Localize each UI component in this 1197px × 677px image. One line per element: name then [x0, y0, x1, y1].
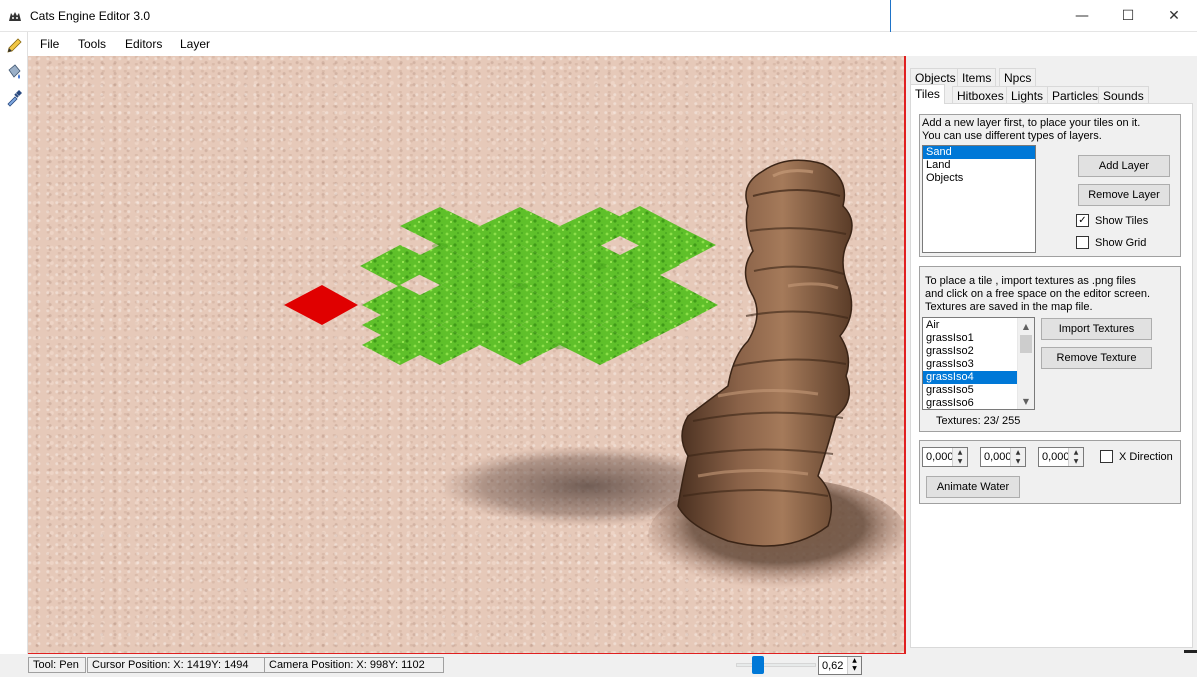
- show-tiles-row[interactable]: ✓ Show Tiles: [1076, 214, 1148, 227]
- water-value-3: 0,000: [1042, 451, 1070, 463]
- spin-down-icon[interactable]: ▼: [848, 665, 861, 673]
- show-grid-checkbox[interactable]: [1076, 236, 1089, 249]
- maximize-button[interactable]: ☐: [1105, 0, 1151, 32]
- menu-editors[interactable]: Editors: [125, 37, 162, 51]
- water-value-2: 0,000: [984, 451, 1012, 463]
- window-title: Cats Engine Editor 3.0: [30, 9, 151, 23]
- minimize-button[interactable]: —: [1059, 0, 1105, 32]
- status-bar: Tool: Pen Cursor Position: X: 1419Y: 149…: [0, 654, 1197, 677]
- texture-item[interactable]: grassIso3: [923, 358, 1019, 371]
- editor-canvas[interactable]: [28, 56, 904, 653]
- import-textures-button[interactable]: Import Textures: [1041, 318, 1152, 340]
- tab-items[interactable]: Items: [957, 68, 997, 86]
- spin-down-icon[interactable]: ▼: [1011, 457, 1025, 466]
- layers-description-2: You can use different types of layers.: [922, 130, 1102, 142]
- layers-list[interactable]: Sand Land Objects: [922, 145, 1036, 253]
- close-button[interactable]: ✕: [1151, 0, 1197, 32]
- tiles-tab-page: Add a new layer first, to place your til…: [910, 103, 1193, 648]
- texture-item[interactable]: grassIso6: [923, 397, 1019, 409]
- rock-pillar: [677, 159, 853, 547]
- water-group: 0,000 ▲ ▼ 0,000 ▲ ▼ 0,000 ▲ ▼ X Direction A…: [919, 440, 1181, 504]
- texture-item[interactable]: grassIso1: [923, 332, 1019, 345]
- menu-bar: File Tools Editors Layer: [28, 32, 1197, 56]
- water-value-2-stepper[interactable]: 0,000 ▲ ▼: [980, 447, 1026, 467]
- tab-particles[interactable]: Particles: [1047, 86, 1104, 104]
- x-direction-label: X Direction: [1119, 450, 1173, 463]
- x-direction-row[interactable]: X Direction: [1100, 450, 1173, 463]
- title-accent-line: [890, 0, 891, 32]
- menu-tools[interactable]: Tools: [78, 37, 106, 51]
- water-value-1: 0,000: [926, 451, 954, 463]
- tab-hitboxes[interactable]: Hitboxes: [952, 86, 1009, 104]
- show-tiles-label: Show Tiles: [1095, 214, 1149, 227]
- textures-count: Textures: 23/ 255: [936, 415, 1021, 427]
- textures-scrollbar[interactable]: ▲ ▼: [1017, 318, 1034, 409]
- scroll-down-arrow-icon[interactable]: ▼: [1018, 393, 1034, 409]
- textures-description-3: Textures are saved in the map file.: [925, 301, 1093, 313]
- eyedropper-icon[interactable]: [4, 88, 24, 108]
- remove-layer-button[interactable]: Remove Layer: [1078, 184, 1170, 206]
- x-direction-checkbox[interactable]: [1100, 450, 1113, 463]
- textures-list[interactable]: Air grassIso1 grassIso2 grassIso3 grassI…: [922, 317, 1035, 410]
- spin-up-icon[interactable]: ▲: [1069, 448, 1083, 457]
- spin-up-icon[interactable]: ▲: [953, 448, 967, 457]
- bucket-icon[interactable]: [4, 62, 24, 82]
- status-tool: Tool: Pen: [28, 657, 86, 673]
- zoom-slider-thumb[interactable]: [752, 656, 764, 674]
- show-grid-label: Show Grid: [1095, 236, 1147, 249]
- layers-group: Add a new layer first, to place your til…: [919, 114, 1181, 257]
- pencil-icon[interactable]: [4, 36, 24, 56]
- textures-description-1: To place a tile , import textures as .pn…: [925, 275, 1136, 287]
- layer-item-land[interactable]: Land: [923, 159, 1035, 172]
- panel-dark-edge: [1184, 650, 1197, 653]
- texture-item-selected[interactable]: grassIso4: [923, 371, 1019, 384]
- tab-sounds[interactable]: Sounds: [1098, 86, 1149, 104]
- textures-group: To place a tile , import textures as .pn…: [919, 266, 1181, 432]
- remove-texture-button[interactable]: Remove Texture: [1041, 347, 1152, 369]
- zoom-value-stepper[interactable]: 0,62 ▲ ▼: [818, 656, 862, 675]
- tab-tiles[interactable]: Tiles: [910, 84, 945, 104]
- add-layer-button[interactable]: Add Layer: [1078, 155, 1170, 177]
- app-icon: [9, 12, 21, 21]
- tab-lights[interactable]: Lights: [1006, 86, 1049, 104]
- texture-item[interactable]: grassIso5: [923, 384, 1019, 397]
- scroll-up-arrow-icon[interactable]: ▲: [1018, 318, 1034, 334]
- spin-up-icon[interactable]: ▲: [1011, 448, 1025, 457]
- scene-svg: [284, 159, 904, 594]
- texture-item[interactable]: Air: [923, 319, 1019, 332]
- textures-description-2: and click on a free space on the editor …: [925, 288, 1151, 300]
- status-cursor-position: Cursor Position: X: 1419Y: 1494: [87, 657, 265, 673]
- grass-tiles: [360, 206, 718, 365]
- spin-down-icon[interactable]: ▼: [1069, 457, 1083, 466]
- menu-layer[interactable]: Layer: [180, 37, 210, 51]
- tool-strip: [0, 32, 28, 677]
- selected-tile-marker: [284, 285, 358, 325]
- tab-npcs[interactable]: Npcs: [999, 68, 1037, 86]
- layer-item-objects[interactable]: Objects: [923, 172, 1035, 185]
- zoom-slider-track[interactable]: [736, 663, 816, 667]
- water-value-3-stepper[interactable]: 0,000 ▲ ▼: [1038, 447, 1084, 467]
- spin-down-icon[interactable]: ▼: [953, 457, 967, 466]
- zoom-value: 0,62: [822, 660, 844, 672]
- animate-water-button[interactable]: Animate Water: [926, 476, 1020, 498]
- scroll-thumb[interactable]: [1020, 335, 1032, 353]
- texture-item[interactable]: grassIso2: [923, 345, 1019, 358]
- properties-panel: Objects Items Npcs Tiles Hitboxes Lights…: [906, 56, 1197, 653]
- title-bar: Cats Engine Editor 3.0 — ☐ ✕: [0, 0, 1197, 32]
- layers-description-1: Add a new layer first, to place your til…: [922, 117, 1141, 129]
- water-value-1-stepper[interactable]: 0,000 ▲ ▼: [922, 447, 968, 467]
- layer-item-sand[interactable]: Sand: [923, 146, 1035, 159]
- show-grid-row[interactable]: Show Grid: [1076, 236, 1146, 249]
- spin-up-icon[interactable]: ▲: [848, 657, 861, 665]
- status-camera-position: Camera Position: X: 998Y: 1102: [264, 657, 444, 673]
- menu-file[interactable]: File: [40, 37, 59, 51]
- show-tiles-checkbox[interactable]: ✓: [1076, 214, 1089, 227]
